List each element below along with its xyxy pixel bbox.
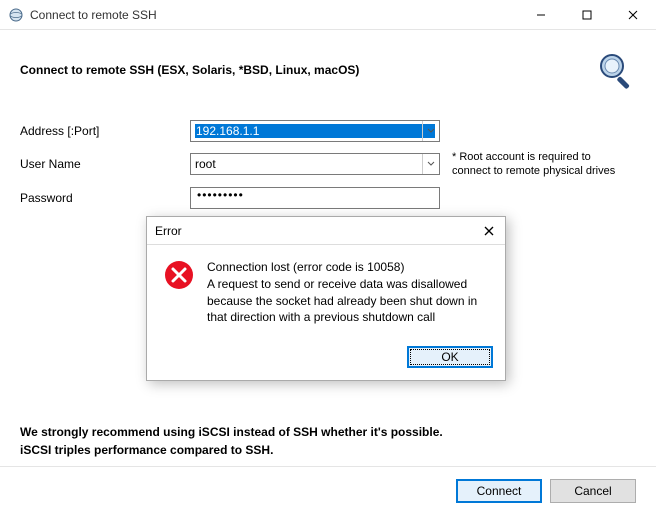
username-label: User Name — [20, 157, 190, 171]
close-button[interactable] — [610, 0, 656, 30]
password-value: ••••••••• — [197, 188, 244, 202]
titlebar: Connect to remote SSH — [0, 0, 656, 30]
password-row: Password ••••••••• — [20, 187, 636, 209]
dialog-buttons: Connect Cancel — [456, 479, 636, 503]
error-rest: A request to send or receive data was di… — [207, 276, 489, 326]
close-icon[interactable] — [481, 223, 497, 239]
address-row: Address [:Port] 192.168.1.1 — [20, 120, 636, 142]
error-message: Connection lost (error code is 10058) A … — [207, 259, 489, 326]
cancel-button[interactable]: Cancel — [550, 479, 636, 503]
recommend-line2: iSCSI triples performance compared to SS… — [20, 441, 443, 459]
footer-separator — [0, 466, 656, 467]
ok-button[interactable]: OK — [407, 346, 493, 368]
chevron-down-icon[interactable] — [422, 121, 439, 141]
chevron-down-icon[interactable] — [422, 154, 439, 174]
window-controls — [518, 0, 656, 30]
error-footer: OK — [147, 338, 505, 380]
username-combobox[interactable]: root — [190, 153, 440, 175]
magnifier-icon — [596, 50, 636, 90]
error-body: Connection lost (error code is 10058) A … — [147, 245, 505, 338]
app-icon — [8, 7, 24, 23]
header-row: Connect to remote SSH (ESX, Solaris, *BS… — [20, 50, 636, 90]
connect-button[interactable]: Connect — [456, 479, 542, 503]
error-line1: Connection lost (error code is 10058) — [207, 259, 489, 276]
page-heading: Connect to remote SSH (ESX, Solaris, *BS… — [20, 63, 359, 77]
recommend-line1: We strongly recommend using iSCSI instea… — [20, 423, 443, 441]
window-title: Connect to remote SSH — [30, 8, 518, 22]
password-input[interactable]: ••••••••• — [190, 187, 440, 209]
maximize-button[interactable] — [564, 0, 610, 30]
error-titlebar: Error — [147, 217, 505, 245]
address-label: Address [:Port] — [20, 124, 190, 138]
error-title: Error — [155, 224, 182, 238]
username-value: root — [195, 157, 435, 171]
password-label: Password — [20, 191, 190, 205]
error-icon — [163, 259, 195, 291]
recommendation-text: We strongly recommend using iSCSI instea… — [20, 423, 443, 459]
address-combobox[interactable]: 192.168.1.1 — [190, 120, 440, 142]
address-value: 192.168.1.1 — [195, 124, 435, 138]
username-row: User Name root * Root account is require… — [20, 150, 636, 179]
username-hint: * Root account is required to connect to… — [452, 150, 622, 179]
error-dialog: Error Connection lost (error code is 100… — [146, 216, 506, 381]
minimize-button[interactable] — [518, 0, 564, 30]
content-area: Connect to remote SSH (ESX, Solaris, *BS… — [0, 30, 656, 519]
